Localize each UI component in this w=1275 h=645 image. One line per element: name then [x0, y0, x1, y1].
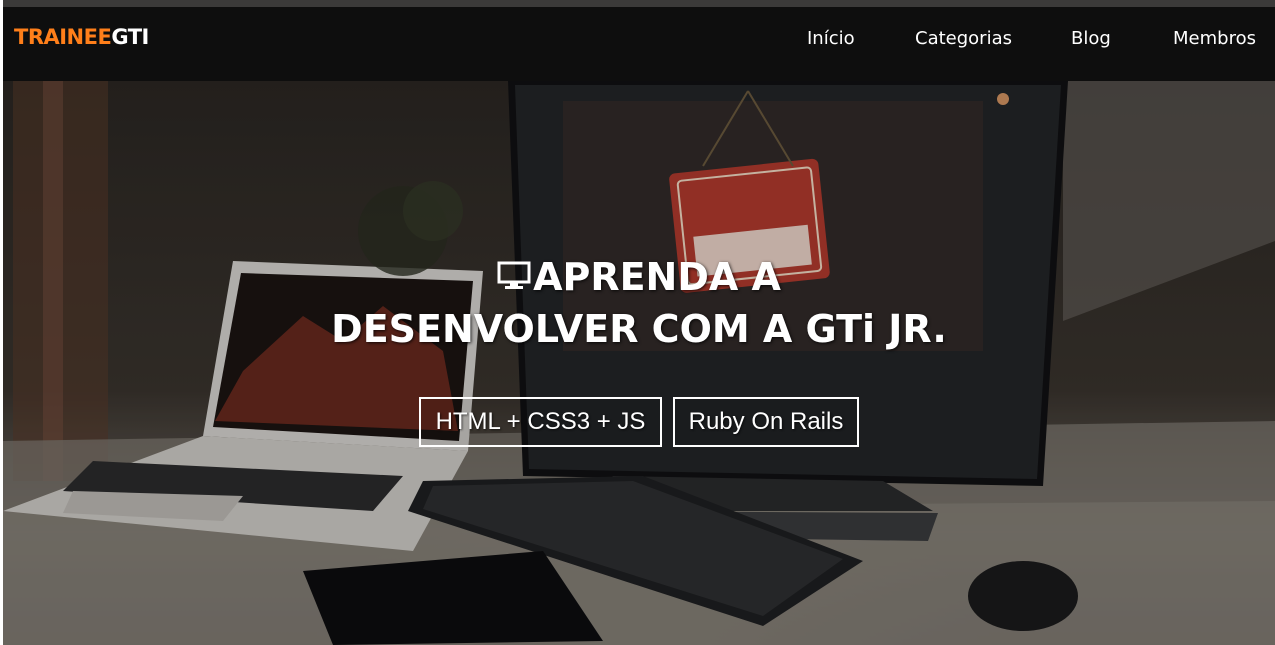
monitor-icon [497, 261, 531, 289]
html-css-js-button[interactable]: HTML + CSS3 + JS [419, 397, 662, 447]
hero-overlay [3, 81, 1275, 645]
logo[interactable]: TRAINEEGTI [14, 25, 149, 49]
nav-item-membros[interactable]: Membros [1173, 28, 1256, 50]
logo-primary: TRAINEE [14, 25, 112, 49]
hero-banner: APRENDA A DESENVOLVER COM A GTi JR. HTML… [3, 81, 1275, 645]
hero-title: APRENDA A DESENVOLVER COM A GTi JR. [3, 251, 1275, 355]
ruby-on-rails-button[interactable]: Ruby On Rails [673, 397, 859, 447]
nav-item-blog[interactable]: Blog [1071, 28, 1111, 50]
nav-item-categorias[interactable]: Categorias [915, 28, 1012, 50]
logo-secondary: GTI [111, 25, 149, 49]
top-strip [3, 0, 1275, 7]
hero-title-line-2: DESENVOLVER COM A GTi JR. [331, 307, 947, 351]
nav-item-inicio[interactable]: Início [807, 28, 855, 50]
hero-title-line-1: APRENDA A [3, 251, 1275, 303]
hero-title-text-1: APRENDA A [533, 255, 781, 299]
navbar: TRAINEEGTI Início Categorias Blog Membro… [3, 7, 1275, 81]
page: TRAINEEGTI Início Categorias Blog Membro… [3, 0, 1275, 645]
